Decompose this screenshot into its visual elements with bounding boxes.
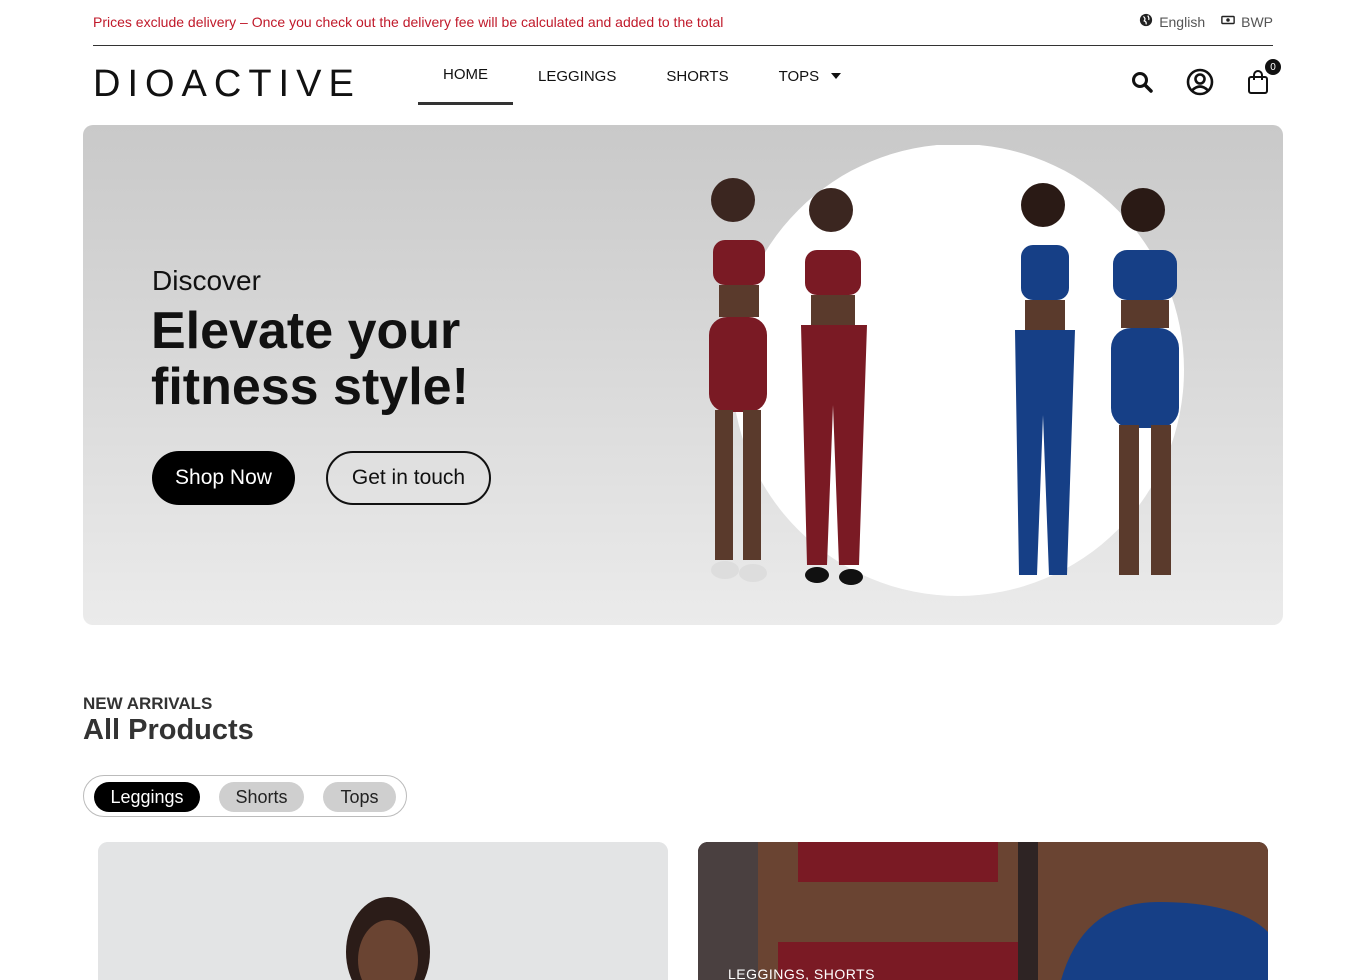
language-label: English	[1159, 13, 1206, 30]
section-title: All Products	[83, 714, 254, 746]
section-eyebrow: NEW ARRIVALS	[83, 694, 213, 713]
get-in-touch-button[interactable]: Get in touch	[326, 451, 491, 505]
tab-tops[interactable]: Tops	[323, 782, 396, 812]
nav-leggings-label: LEGGINGS	[538, 67, 617, 85]
nav-home[interactable]: HOME	[418, 47, 513, 105]
hero-eyebrow: Discover	[152, 265, 261, 296]
tab-leggings[interactable]: Leggings	[94, 782, 200, 812]
site-header: DIOACTIVE HOME LEGGINGS SHORTS TOPS 0	[93, 47, 1281, 117]
language-switcher[interactable]: English	[1139, 13, 1205, 30]
product-image	[98, 842, 668, 980]
currency-switcher[interactable]: BWP	[1221, 13, 1273, 30]
product-card[interactable]: LEGGINGS, SHORTS	[698, 842, 1268, 980]
money-icon	[1221, 13, 1235, 30]
cart-icon[interactable]: 0	[1243, 59, 1281, 97]
hero-banner: Discover Elevate your fitness style! Sho…	[83, 125, 1283, 625]
delivery-notice: Prices exclude delivery – Once you check…	[93, 14, 724, 30]
cart-count-badge: 0	[1265, 59, 1281, 75]
nav-shorts[interactable]: SHORTS	[641, 47, 753, 105]
main-nav: HOME LEGGINGS SHORTS TOPS	[418, 47, 866, 105]
site-logo[interactable]: DIOACTIVE	[93, 63, 361, 106]
nav-shorts-label: SHORTS	[666, 67, 729, 85]
nav-tops-label: TOPS	[778, 67, 820, 85]
top-notice-bar: Prices exclude delivery – Once you check…	[93, 0, 1273, 46]
nav-leggings[interactable]: LEGGINGS	[513, 47, 641, 105]
hero-title-line1: Elevate your	[151, 302, 461, 360]
product-card[interactable]	[98, 842, 668, 980]
hero-title-line2: fitness style!	[151, 358, 469, 416]
caret-down-icon	[831, 73, 842, 79]
product-category-label: LEGGINGS, SHORTS	[728, 966, 875, 980]
shop-now-button[interactable]: Shop Now	[152, 451, 295, 505]
topbar-switchers: English BWP	[1139, 13, 1273, 30]
hero-title: Elevate your fitness style!	[151, 303, 571, 415]
search-icon[interactable]	[1127, 67, 1157, 97]
product-image	[698, 842, 1268, 980]
tab-shorts[interactable]: Shorts	[219, 782, 304, 812]
nav-tops[interactable]: TOPS	[754, 47, 867, 105]
currency-label: BWP	[1241, 13, 1273, 30]
globe-icon	[1139, 13, 1153, 30]
category-tabs: Leggings Shorts Tops	[83, 775, 407, 817]
nav-home-label: HOME	[443, 66, 488, 83]
account-icon[interactable]	[1185, 67, 1215, 97]
header-actions: 0	[1127, 59, 1281, 97]
hero-models-image	[709, 145, 1184, 596]
